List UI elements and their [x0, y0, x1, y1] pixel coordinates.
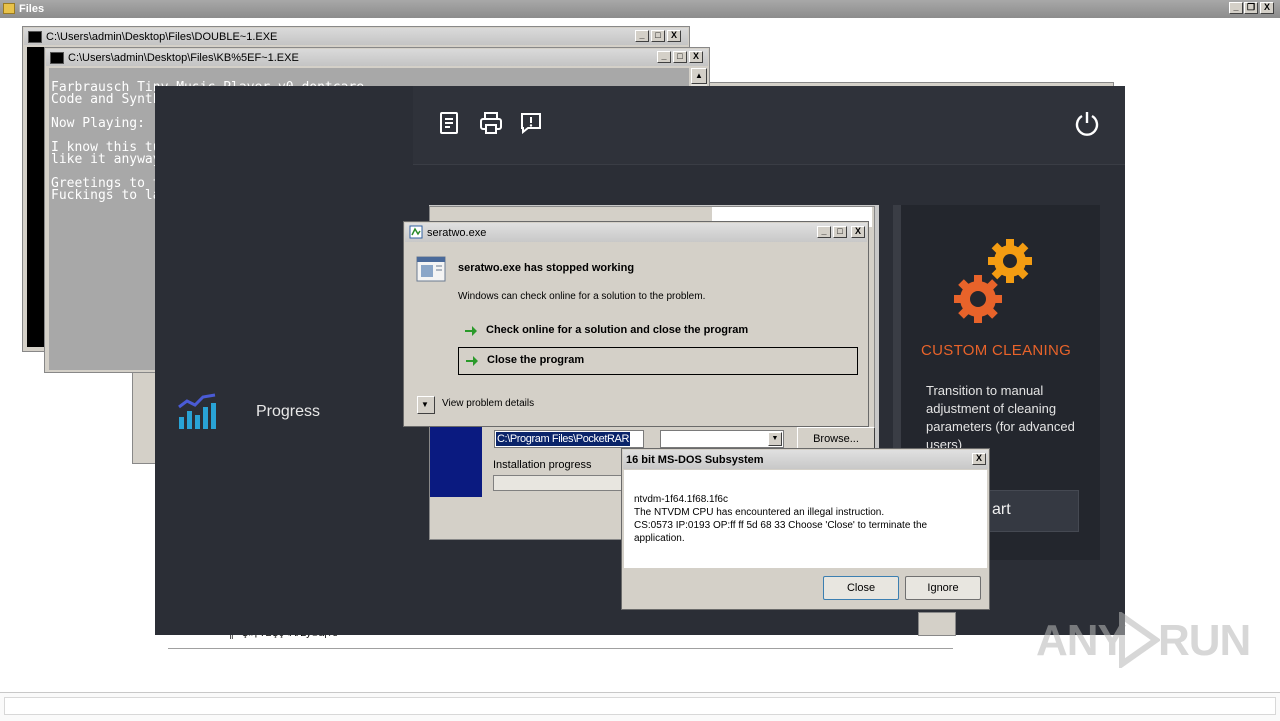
console-front-titlebar[interactable]: C:\Users\admin\Desktop\Files\KB%5EF~1.EX… [46, 49, 708, 66]
ntvdm-title: 16 bit MS-DOS Subsystem [626, 454, 764, 466]
explorer-titlebar[interactable]: Files _ ❐ X [0, 0, 1280, 18]
console-back-title: C:\Users\admin\Desktop\Files\DOUBLE~1.EX… [46, 31, 278, 43]
console-icon [50, 52, 64, 64]
feedback-icon[interactable] [520, 112, 542, 134]
printer-icon[interactable] [479, 111, 503, 135]
minimize-button[interactable]: _ [635, 30, 649, 42]
maximize-button[interactable]: □ [651, 30, 665, 42]
power-icon[interactable] [1073, 110, 1101, 138]
watermark-left: ANY [1036, 616, 1127, 665]
progress-chart-icon [178, 393, 216, 429]
details-toggle[interactable]: ▼ [417, 396, 435, 414]
error-dialog-titlebar[interactable]: seratwo.exe _ □ X [405, 223, 867, 242]
error-heading: seratwo.exe has stopped working [458, 262, 635, 274]
minimize-button[interactable]: _ [657, 51, 671, 63]
chevron-down-icon: ▼ [421, 400, 429, 409]
check-online-label: Check online for a solution and close th… [486, 324, 749, 336]
close-program-label: Close the program [487, 354, 585, 366]
minimize-button[interactable]: _ [817, 226, 831, 238]
app-icon [409, 225, 423, 239]
installer-banner [430, 417, 482, 497]
maximize-button[interactable]: □ [833, 226, 847, 238]
nav-progress-label[interactable]: Progress [256, 403, 320, 421]
ntvdm-line2: The NTVDM CPU has encountered an illegal… [634, 507, 885, 518]
error-subtext: Windows can check online for a solution … [458, 291, 706, 302]
ntvdm-line1: ntvdm-1f64.1f68.1f6c [634, 494, 728, 505]
console-back-titlebar[interactable]: C:\Users\admin\Desktop\Files\DOUBLE~1.EX… [24, 28, 688, 45]
program-error-icon [416, 256, 446, 282]
play-logo-icon [1119, 612, 1160, 668]
gray-stub [918, 612, 956, 636]
explorer-title: Files [19, 3, 45, 15]
cleaner-sidebar: Progress [155, 86, 413, 635]
close-program-option[interactable]: Close the program [458, 347, 858, 375]
check-online-option[interactable]: Check online for a solution and close th… [458, 319, 858, 343]
maximize-button[interactable]: □ [673, 51, 687, 63]
folder-icon [3, 3, 15, 14]
start-button-label: art [992, 501, 1011, 518]
ntvdm-ignore-button[interactable]: Ignore [905, 576, 981, 600]
scroll-up-arrow-icon[interactable]: ▲ [691, 68, 707, 84]
start-button[interactable]: art [983, 490, 1079, 532]
console-icon [28, 31, 42, 43]
ntvdm-close-button[interactable]: Close [823, 576, 899, 600]
ntvdm-dialog: 16 bit MS-DOS Subsystem X ntvdm-1f64.1f6… [621, 448, 990, 610]
install-path-value: C:\Program Files\PocketRAR [496, 432, 631, 446]
close-button[interactable]: X [667, 30, 681, 42]
anyrun-watermark: ANY RUN [1036, 612, 1251, 672]
explorer-statusbar [0, 692, 1280, 721]
restore-button[interactable]: ❐ [1244, 2, 1258, 14]
console-front-title: C:\Users\admin\Desktop\Files\KB%5EF~1.EX… [68, 52, 299, 64]
error-dialog-title: seratwo.exe [427, 227, 487, 239]
error-dialog: seratwo.exe _ □ X seratwo.exe has stoppe… [403, 221, 869, 427]
report-icon[interactable] [439, 111, 459, 135]
watermark-right: RUN [1158, 616, 1251, 665]
chevron-down-icon[interactable]: ▼ [768, 432, 782, 446]
close-button[interactable]: X [1260, 2, 1274, 14]
cleaner-topbar [413, 86, 1125, 165]
minimize-button[interactable]: _ [1229, 2, 1243, 14]
green-arrow-icon [466, 356, 478, 366]
ntvdm-titlebar[interactable]: 16 bit MS-DOS Subsystem X [623, 450, 988, 469]
close-button[interactable]: X [689, 51, 703, 63]
custom-cleaning-title: CUSTOM CLEANING [921, 342, 1072, 359]
ntvdm-line3: CS:0573 IP:0193 OP:ff ff 5d 68 33 Choose… [634, 520, 928, 544]
green-arrow-icon [465, 326, 477, 336]
install-path-input[interactable]: C:\Program Files\PocketRAR [494, 430, 644, 448]
ntvdm-message-area: ntvdm-1f64.1f68.1f6c The NTVDM CPU has e… [624, 470, 987, 568]
custom-cleaning-desc: Transition to manual adjustment of clean… [926, 383, 1075, 452]
close-button[interactable]: X [972, 453, 986, 465]
drive-dropdown[interactable]: ▼ [660, 430, 784, 448]
gears-icon [954, 239, 1032, 323]
view-details-label[interactable]: View problem details [442, 398, 534, 409]
installation-progress-label: Installation progress [493, 459, 592, 471]
close-button[interactable]: X [851, 226, 865, 238]
status-field [4, 697, 1276, 715]
